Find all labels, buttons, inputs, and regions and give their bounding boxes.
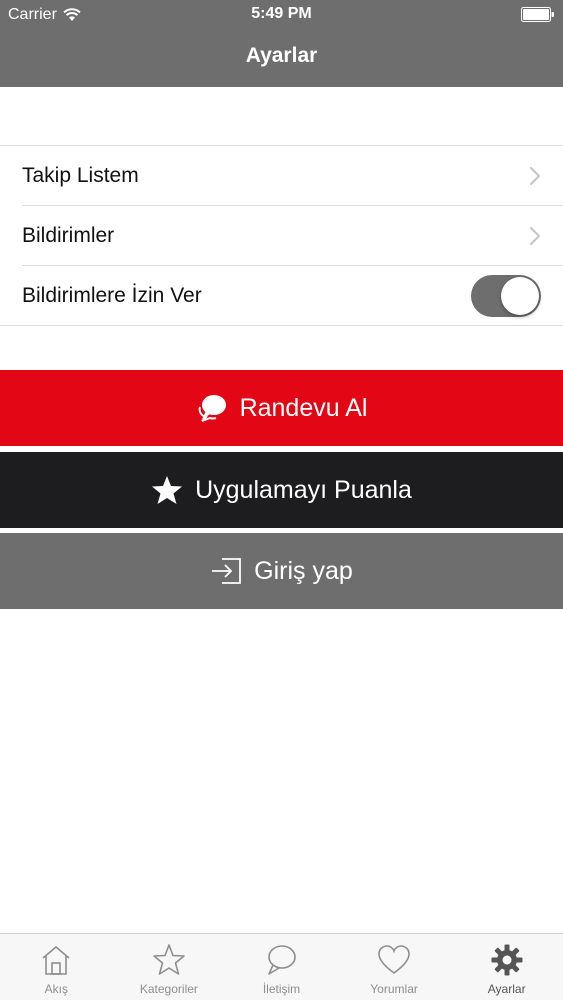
tab-settings[interactable]: Ayarlar (450, 934, 563, 1000)
rate-app-button[interactable]: Uygulamayı Puanla (0, 452, 563, 528)
star-outline-icon (153, 944, 185, 975)
chevron-right-icon (530, 227, 540, 245)
tab-bar: Akış Kategoriler İletişim Yorumlar Ayarl… (0, 933, 563, 1000)
tab-label: Ayarlar (487, 982, 526, 996)
tab-label: Kategoriler (139, 982, 198, 996)
sign-in-icon (212, 558, 242, 584)
chevron-right-icon (530, 167, 540, 185)
toggle-knob (501, 277, 539, 315)
rate-app-label: Uygulamayı Puanla (195, 475, 412, 504)
settings-item-label: Bildirimler (22, 224, 115, 247)
tab-label: İletişim (262, 982, 301, 996)
appointment-button[interactable]: Randevu Al (0, 370, 563, 446)
tab-label: Yorumlar (370, 982, 418, 996)
settings-item-follow-list[interactable]: Takip Listem (0, 146, 563, 206)
home-icon (42, 946, 70, 975)
settings-screen: Carrier 5:49 PM Ayarlar Takip Listem Bil… (0, 0, 563, 1000)
heart-icon (378, 945, 410, 974)
header: Carrier 5:49 PM Ayarlar (0, 0, 563, 87)
chat-bubbles-icon (198, 395, 226, 422)
settings-list: Takip Listem Bildirimler Bildirimlere İz… (0, 145, 563, 326)
tab-feed[interactable]: Akış (0, 934, 113, 1000)
login-label: Giriş yap (254, 556, 353, 585)
settings-item-label: Takip Listem (22, 164, 139, 187)
login-button[interactable]: Giriş yap (0, 533, 563, 609)
settings-item-notifications[interactable]: Bildirimler (0, 206, 563, 266)
chat-icon (268, 945, 297, 975)
tab-categories[interactable]: Kategoriler (113, 934, 226, 1000)
status-time: 5:49 PM (251, 5, 312, 22)
status-bar: Carrier 5:49 PM (0, 0, 563, 30)
star-icon (152, 476, 183, 504)
tab-contact[interactable]: İletişim (225, 934, 338, 1000)
settings-item-allow-notifications: Bildirimlere İzin Ver (0, 266, 563, 326)
gear-icon (491, 944, 523, 976)
battery-icon (521, 7, 554, 22)
tab-reviews[interactable]: Yorumlar (338, 934, 451, 1000)
page-title: Ayarlar (245, 44, 318, 67)
tab-label: Akış (44, 982, 68, 996)
notifications-toggle[interactable] (471, 275, 541, 317)
appointment-label: Randevu Al (239, 393, 368, 422)
settings-item-label: Bildirimlere İzin Ver (22, 284, 202, 307)
